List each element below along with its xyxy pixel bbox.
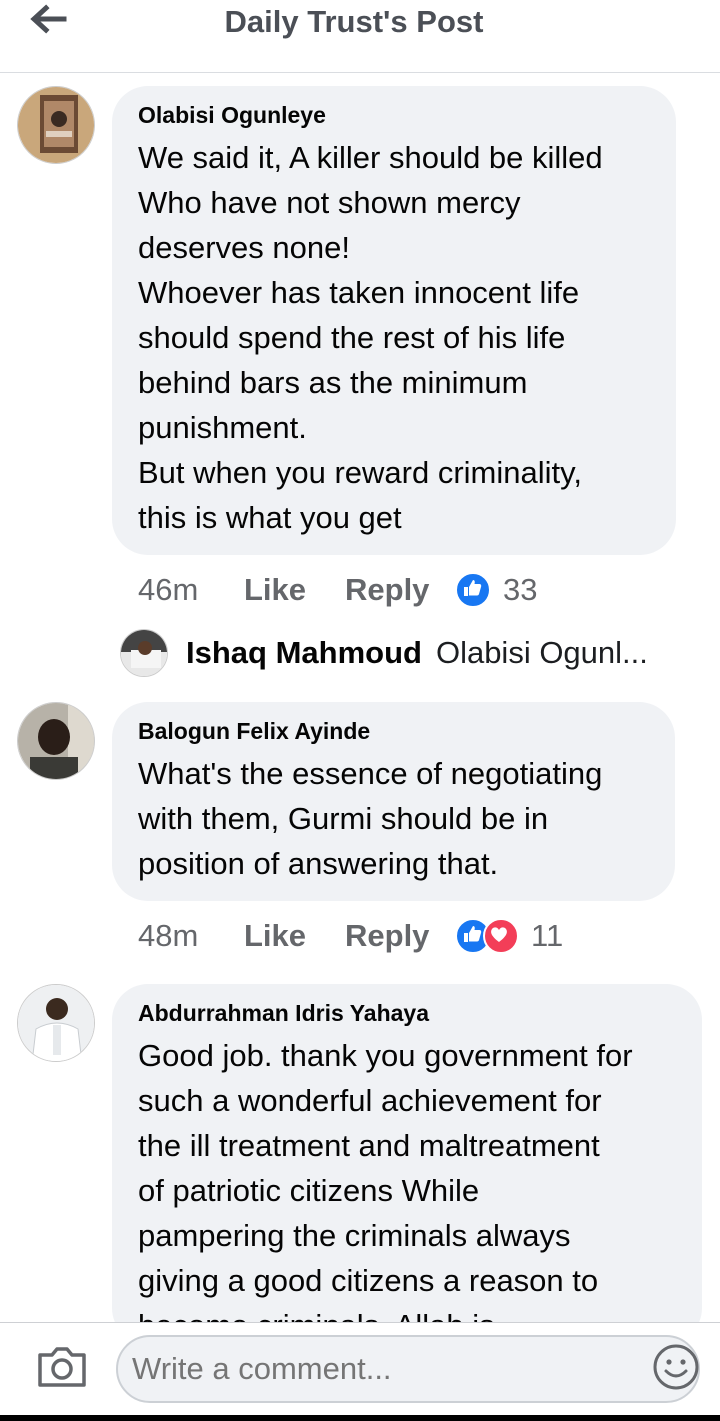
comment-line: giving a good citizens a reason to [138, 1263, 599, 1298]
comment-line: such a wonderful achievement for [138, 1083, 602, 1118]
love-reaction-icon[interactable] [483, 918, 519, 954]
comment-author[interactable]: Olabisi Ogunleye [138, 102, 652, 129]
reply-snippet: Olabisi Ogunl... [435, 635, 648, 670]
page-title: Daily Trust's Post [224, 4, 484, 39]
comment-text: Good job. thank you government for such … [138, 1033, 678, 1348]
avatar[interactable] [17, 86, 95, 164]
like-reaction-icon[interactable] [455, 572, 491, 608]
avatar [120, 629, 168, 677]
reaction-count[interactable]: 33 [503, 572, 537, 608]
like-button[interactable]: Like [244, 918, 345, 954]
comment-line: position of answering that. [138, 846, 499, 881]
comment-line: Whoever has taken innocent life [138, 275, 580, 310]
avatar[interactable] [17, 702, 95, 780]
top-bar: Daily Trust's Post [0, 0, 720, 73]
comment-line: behind bars as the minimum [138, 365, 528, 400]
avatar[interactable] [17, 984, 95, 1062]
comment-bubble: Balogun Felix Ayinde What's the essence … [112, 702, 675, 901]
comment-author[interactable]: Abdurrahman Idris Yahaya [138, 1000, 678, 1027]
comment-line: the ill treatment and maltreatment [138, 1128, 600, 1163]
reply-author: Ishaq Mahmoud [186, 635, 422, 670]
comment-line: What's the essence of negotiating [138, 756, 603, 791]
comment-actions: 48m Like Reply 11 [138, 916, 563, 956]
camera-icon[interactable] [36, 1343, 88, 1389]
reply-preview[interactable]: Ishaq Mahmoud Olabisi Ogunl... [120, 628, 648, 678]
bottom-edge [0, 1415, 720, 1421]
comment-timestamp[interactable]: 46m [138, 572, 244, 608]
comment-timestamp[interactable]: 48m [138, 918, 244, 954]
reaction-count[interactable]: 11 [531, 918, 563, 954]
emoji-icon[interactable] [652, 1343, 700, 1391]
comment-line: with them, Gurmi should be in [138, 801, 549, 836]
comment-bubble: Abdurrahman Idris Yahaya Good job. thank… [112, 984, 702, 1344]
comment-line: punishment. [138, 410, 307, 445]
comment-bubble: Olabisi Ogunleye We said it, A killer sh… [112, 86, 676, 555]
comment-input[interactable] [116, 1335, 700, 1403]
comment-line: Good job. thank you government for [138, 1038, 633, 1073]
comment-line: deserves none! [138, 230, 350, 265]
comment-composer [0, 1322, 720, 1421]
comment-line: Who have not shown mercy [138, 185, 521, 220]
reply-button[interactable]: Reply [345, 572, 455, 608]
like-button[interactable]: Like [244, 572, 345, 608]
comment-line: of patriotic citizens While [138, 1173, 480, 1208]
comment-text: What's the essence of negotiating with t… [138, 751, 651, 886]
comment-line: But when you reward criminality, [138, 455, 582, 490]
reply-button[interactable]: Reply [345, 918, 455, 954]
comment-line: this is what you get [138, 500, 402, 535]
comment-line: pampering the criminals always [138, 1218, 571, 1253]
comment-line: should spend the rest of his life [138, 320, 566, 355]
comment-author[interactable]: Balogun Felix Ayinde [138, 718, 651, 745]
comment-actions: 46m Like Reply 33 [138, 570, 537, 610]
comment-line: We said it, A killer should be killed [138, 140, 603, 175]
comment-text: We said it, A killer should be killed Wh… [138, 135, 652, 540]
